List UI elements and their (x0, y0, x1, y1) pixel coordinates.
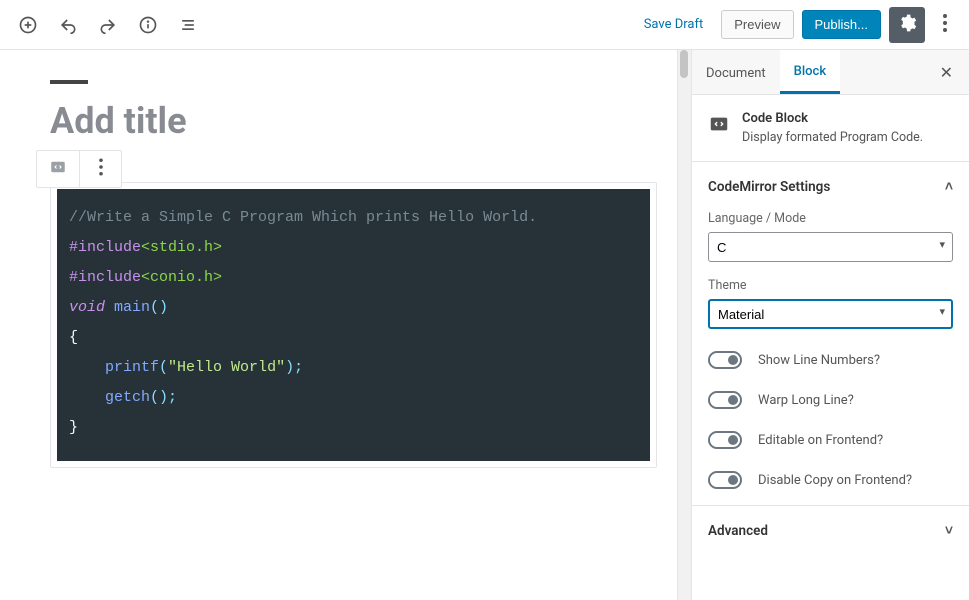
toggle-disable-copy-label: Disable Copy on Frontend? (758, 473, 912, 488)
add-block-button[interactable] (12, 9, 44, 41)
block-info-text: Code Block Display formated Program Code… (742, 111, 923, 145)
undo-button[interactable] (52, 9, 84, 41)
toggle-disable-copy-row: Disable Copy on Frontend? (708, 471, 953, 489)
block-name: Code Block (742, 111, 923, 126)
code-brace: { (69, 329, 78, 346)
code-punct: ); (285, 359, 303, 376)
toggle-line-numbers[interactable] (708, 351, 742, 369)
language-select[interactable]: C (708, 232, 953, 262)
editor-column: Add title //Write a Simple C Program Whi… (0, 50, 677, 600)
code-include-path: <stdio.h> (141, 239, 222, 256)
code-brace: } (69, 419, 78, 436)
title-accent-bar (50, 80, 88, 84)
code-fn: main (105, 299, 150, 316)
code-string: "Hello World" (168, 359, 285, 376)
kebab-icon (92, 158, 110, 180)
codemirror-settings-body: Language / Mode C Theme Material (708, 211, 953, 489)
preview-button[interactable]: Preview (721, 10, 793, 39)
toggle-wrap[interactable] (708, 391, 742, 409)
toggle-wrap-label: Warp Long Line? (758, 393, 854, 408)
code-punct: (); (150, 389, 177, 406)
kebab-icon (943, 21, 947, 36)
toggle-editable-label: Editable on Frontend? (758, 433, 883, 448)
chevron-up-icon: ˄ (945, 178, 953, 195)
publish-button[interactable]: Publish... (802, 10, 881, 39)
tab-document[interactable]: Document (692, 52, 780, 93)
theme-field: Theme Material (708, 278, 953, 329)
code-fn: printf (105, 359, 159, 376)
toolbar-left-group (12, 9, 204, 41)
toggle-disable-copy[interactable] (708, 471, 742, 489)
save-draft-button[interactable]: Save Draft (634, 11, 714, 38)
language-label: Language / Mode (708, 211, 953, 226)
gear-icon (897, 13, 917, 36)
code-directive: #include (69, 269, 141, 286)
settings-gear-button[interactable] (889, 7, 925, 43)
settings-sidebar: Document Block ✕ Code Block Display form… (691, 50, 969, 600)
block-info-section: Code Block Display formated Program Code… (692, 95, 969, 162)
close-icon: ✕ (940, 63, 953, 82)
toggle-line-numbers-row: Show Line Numbers? (708, 351, 953, 369)
code-indent (69, 359, 105, 376)
code-fn: getch (105, 389, 150, 406)
post-title-input[interactable]: Add title (50, 100, 657, 142)
editor-inner: Add title //Write a Simple C Program Whi… (50, 80, 657, 468)
code-punct: ( (159, 359, 168, 376)
code-editor[interactable]: //Write a Simple C Program Which prints … (57, 189, 650, 461)
code-punct: () (150, 299, 168, 316)
block-description: Display formated Program Code. (742, 130, 923, 145)
code-block-container[interactable]: //Write a Simple C Program Which prints … (50, 182, 657, 468)
tab-block[interactable]: Block (780, 50, 840, 94)
panel-title: Advanced (708, 523, 768, 539)
redo-button[interactable] (92, 9, 124, 41)
outline-button[interactable] (172, 9, 204, 41)
theme-select[interactable]: Material (708, 299, 953, 329)
toolbar-right-group: Save Draft Preview Publish... (634, 7, 957, 43)
sidebar-close-button[interactable]: ✕ (924, 63, 969, 82)
toggle-wrap-row: Warp Long Line? (708, 391, 953, 409)
main-area: Add title //Write a Simple C Program Whi… (0, 50, 969, 600)
code-block-icon (49, 158, 67, 180)
code-include-path: <conio.h> (141, 269, 222, 286)
chevron-down-icon: ˅ (945, 522, 953, 539)
editor-scrollbar[interactable] (677, 50, 691, 600)
code-comment: //Write a Simple C Program Which prints … (69, 209, 537, 226)
advanced-panel: Advanced ˅ (692, 506, 969, 555)
sidebar-tabs: Document Block ✕ (692, 50, 969, 95)
more-options-button[interactable] (933, 14, 957, 36)
code-block-icon (708, 113, 730, 135)
theme-label: Theme (708, 278, 953, 293)
advanced-header[interactable]: Advanced ˅ (708, 522, 953, 539)
codemirror-settings-panel: CodeMirror Settings ˄ Language / Mode C … (692, 162, 969, 506)
toggle-line-numbers-label: Show Line Numbers? (758, 353, 880, 368)
toggle-editable-row: Editable on Frontend? (708, 431, 953, 449)
code-directive: #include (69, 239, 141, 256)
codemirror-settings-header[interactable]: CodeMirror Settings ˄ (708, 178, 953, 195)
block-mini-toolbar (36, 150, 122, 188)
panel-title: CodeMirror Settings (708, 179, 830, 195)
language-field: Language / Mode C (708, 211, 953, 262)
code-indent (69, 389, 105, 406)
code-keyword: void (69, 299, 105, 316)
toggle-editable[interactable] (708, 431, 742, 449)
block-type-button[interactable] (37, 151, 79, 187)
editor-top-toolbar: Save Draft Preview Publish... (0, 0, 969, 50)
block-more-button[interactable] (79, 151, 121, 187)
info-button[interactable] (132, 9, 164, 41)
